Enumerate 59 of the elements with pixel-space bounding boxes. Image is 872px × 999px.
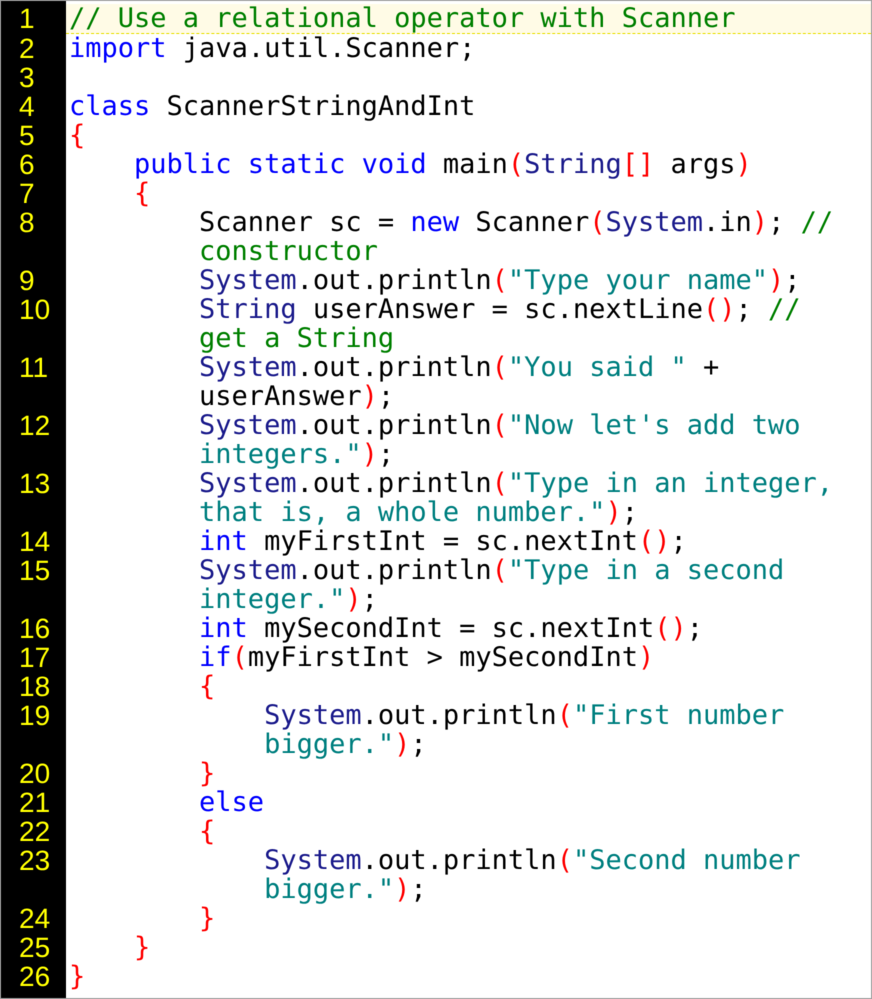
code-line: { — [198, 672, 216, 701]
code-line: get a String — [198, 324, 394, 353]
line-number: 6 — [19, 149, 35, 180]
code-line: System.out.println("Now let's add two — [198, 411, 801, 440]
line-number: 4 — [19, 91, 35, 122]
code-line: public static void main(String[] args) — [133, 150, 752, 179]
code-line: System.out.println("Second number — [263, 846, 801, 875]
line-number: 2 — [19, 33, 35, 64]
code-line: integer."); — [198, 585, 378, 614]
code-line: } — [69, 962, 86, 991]
line-number: 7 — [19, 178, 35, 209]
code-line: { — [198, 817, 216, 846]
line-number: 21 — [19, 787, 50, 818]
line-number: 10 — [19, 294, 50, 325]
code-line: { — [133, 179, 150, 208]
code-line: bigger."); — [263, 875, 427, 904]
code-line: String userAnswer = sc.nextLine(); // — [198, 295, 801, 324]
line-number: 25 — [19, 932, 50, 963]
code-line: System.out.println("Type in an integer, — [198, 469, 834, 498]
code-line: } — [198, 759, 216, 788]
line-number: 22 — [19, 816, 50, 847]
code-line: int myFirstInt = sc.nextInt(); — [198, 527, 687, 556]
code-line: System.out.println("Type in a second — [198, 556, 784, 585]
line-number: 18 — [19, 671, 50, 702]
code-line: } — [133, 933, 150, 962]
line-number: 13 — [19, 468, 50, 499]
code-line: else — [198, 788, 264, 817]
line-number: 8 — [19, 207, 35, 238]
code-line: int mySecondInt = sc.nextInt(); — [198, 614, 703, 643]
line-number: 12 — [19, 410, 50, 441]
code-line: integers."); — [198, 440, 394, 469]
line-number: 3 — [19, 62, 35, 93]
line-number: 1 — [19, 3, 35, 34]
code-line: class ScannerStringAndInt — [69, 92, 476, 121]
line-number: 15 — [19, 555, 50, 586]
line-number: 26 — [19, 961, 50, 992]
code-line: import java.util.Scanner; — [69, 34, 476, 63]
line-number: 16 — [19, 613, 50, 644]
line-number: 19 — [19, 700, 50, 731]
line-number: 24 — [19, 903, 50, 934]
line-number: 5 — [19, 120, 35, 151]
code-line: System.out.println("You said " + — [198, 353, 720, 382]
code-line: { — [69, 121, 86, 150]
line-number: 14 — [19, 526, 50, 557]
code-line: // Use a relational operator with Scanner — [69, 4, 736, 33]
code-line: bigger."); — [263, 730, 427, 759]
code-line: System.out.println("First number — [263, 701, 784, 730]
code-line: constructor — [198, 237, 378, 266]
code-line: that is, a whole number."); — [198, 498, 638, 527]
line-number: 17 — [19, 642, 50, 673]
code-line: System.out.println("Type your name"); — [198, 266, 801, 295]
line-number: 11 — [19, 352, 48, 383]
code-line: if(myFirstInt > mySecondInt) — [198, 643, 654, 672]
line-number: 23 — [19, 845, 50, 876]
code-line: userAnswer); — [198, 382, 394, 411]
code-line: } — [198, 904, 216, 933]
code-line: Scanner sc = new Scanner(System.in); // — [198, 208, 834, 237]
line-number: 9 — [19, 265, 35, 296]
line-number: 20 — [19, 758, 50, 789]
